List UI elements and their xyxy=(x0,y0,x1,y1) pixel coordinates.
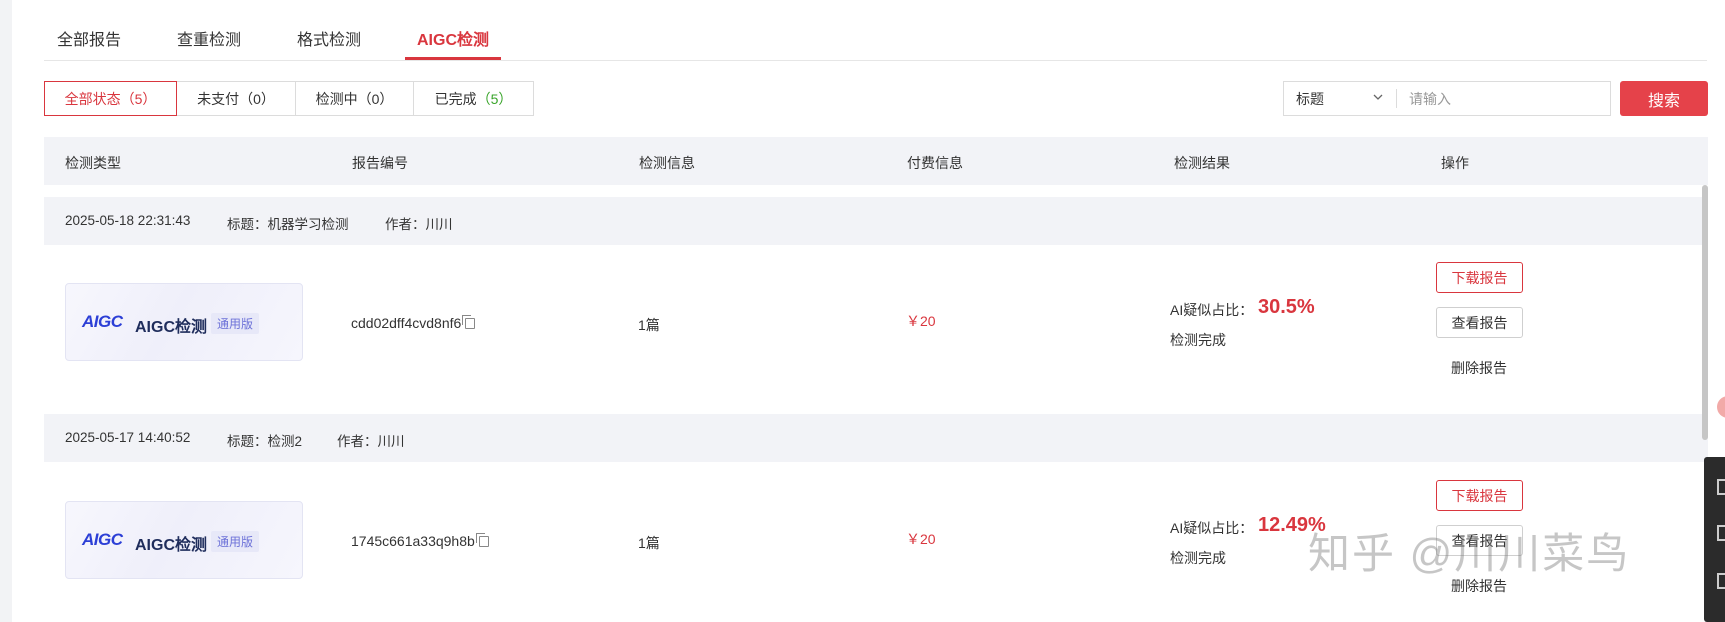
filter-all-status[interactable]: 全部状态 （5） xyxy=(44,81,177,116)
card-title: AIGC检测 xyxy=(135,537,208,554)
aigc-logo-icon: AIGC xyxy=(82,312,123,332)
search-field-select[interactable]: 标题 xyxy=(1284,82,1396,115)
price: ￥20 xyxy=(906,531,936,547)
header-actions: 操作 xyxy=(1441,155,1469,171)
delete-report-button[interactable]: 删除报告 xyxy=(1451,358,1507,378)
download-report-button[interactable]: 下载报告 xyxy=(1436,262,1523,293)
copy-icon[interactable] xyxy=(475,533,489,547)
table-header: 检测类型 报告编号 检测信息 付费信息 检测结果 操作 xyxy=(44,137,1708,185)
title-label: 标题： xyxy=(227,217,268,232)
filter-unpaid[interactable]: 未支付 （0） xyxy=(177,81,296,116)
filter-label: 全部状态 xyxy=(64,90,121,107)
chevron-down-icon xyxy=(1373,94,1383,100)
scrollbar-thumb[interactable] xyxy=(1702,185,1708,440)
edition-badge: 通用版 xyxy=(211,531,260,552)
author-label: 作者： xyxy=(385,217,426,232)
title-label: 标题： xyxy=(227,434,268,449)
watermark: 知乎 @川川菜鸟 xyxy=(1308,530,1631,577)
record-author: 作者：川川 xyxy=(385,213,453,233)
check-info: 1篇 xyxy=(638,317,660,333)
toolbar-icon[interactable] xyxy=(1717,479,1725,495)
check-status: 检测完成 xyxy=(1170,332,1226,348)
tab-all-reports[interactable]: 全部报告 xyxy=(57,26,121,50)
tab-plagiarism-check[interactable]: 查重检测 xyxy=(177,26,241,50)
copy-icon[interactable] xyxy=(462,315,476,329)
toolbar-icon[interactable] xyxy=(1717,573,1725,589)
record-author: 作者：川川 xyxy=(337,430,405,450)
download-report-button[interactable]: 下载报告 xyxy=(1436,480,1523,511)
check-info: 1篇 xyxy=(638,535,660,551)
report-number: cdd02dff4cvd8nf6 xyxy=(351,315,476,331)
header-check-type: 检测类型 xyxy=(65,155,121,171)
search-button[interactable]: 搜索 xyxy=(1620,81,1708,116)
record-datetime: 2025-05-18 22:31:43 xyxy=(65,213,191,228)
header-check-info: 检测信息 xyxy=(639,155,695,171)
author-value: 川川 xyxy=(377,434,405,449)
floating-help-icon[interactable] xyxy=(1717,396,1725,418)
logo-mark: AIGC xyxy=(82,312,123,331)
report-tabs: 全部报告 查重检测 格式检测 AIGC检测 xyxy=(44,0,1707,61)
status-filter-group: 全部状态 （5） 未支付 （0） 检测中 （0） 已完成 （5） xyxy=(44,81,534,116)
filter-count: （0） xyxy=(357,90,394,107)
filter-checking[interactable]: 检测中 （0） xyxy=(296,81,414,116)
report-number-value: 1745c661a33q9h8b xyxy=(351,533,475,549)
search-field-value: 标题 xyxy=(1296,90,1324,107)
view-report-button[interactable]: 查看报告 xyxy=(1436,307,1523,338)
record-title: 标题：检测2 xyxy=(227,430,302,450)
ai-ratio-label: AI疑似占比： xyxy=(1170,520,1254,536)
title-value: 检测2 xyxy=(267,434,303,449)
record-title: 标题：机器学习检测 xyxy=(227,213,349,233)
header-payment-info: 付费信息 xyxy=(907,155,963,171)
author-label: 作者： xyxy=(337,434,378,449)
toolbar-icon[interactable] xyxy=(1717,525,1725,541)
active-tab-indicator xyxy=(405,57,501,60)
ai-ratio-value: 30.5% xyxy=(1258,296,1315,318)
header-report-number: 报告编号 xyxy=(352,155,408,171)
record-header: 2025-05-18 22:31:43 标题：机器学习检测 作者：川川 xyxy=(44,197,1708,245)
record-header: 2025-05-17 14:40:52 标题：检测2 作者：川川 xyxy=(44,414,1708,462)
filter-count: （5） xyxy=(476,90,513,107)
edition-badge: 通用版 xyxy=(211,313,260,334)
filter-count: （5） xyxy=(120,90,157,107)
report-number: 1745c661a33q9h8b xyxy=(351,533,489,549)
price: ￥20 xyxy=(906,313,936,329)
card-title: AIGC检测 xyxy=(135,319,208,336)
tab-aigc-check[interactable]: AIGC检测 xyxy=(417,26,489,50)
side-toolbar xyxy=(1704,457,1725,622)
tab-format-check[interactable]: 格式检测 xyxy=(297,26,361,50)
logo-mark: AIGC xyxy=(82,530,123,549)
check-status: 检测完成 xyxy=(1170,550,1226,566)
left-gutter xyxy=(0,0,12,622)
record-datetime: 2025-05-17 14:40:52 xyxy=(65,430,191,445)
filter-count: （0） xyxy=(239,90,275,107)
filter-label: 已完成 xyxy=(434,90,477,107)
header-check-result: 检测结果 xyxy=(1174,155,1230,171)
aigc-logo-icon: AIGC xyxy=(82,530,123,550)
filter-completed[interactable]: 已完成 （5） xyxy=(414,81,534,116)
search-input[interactable] xyxy=(1397,81,1610,116)
report-number-value: cdd02dff4cvd8nf6 xyxy=(351,315,462,331)
author-value: 川川 xyxy=(425,217,453,232)
filter-label: 未支付 xyxy=(197,90,240,107)
aigc-product-card: AIGC AIGC检测 通用版 xyxy=(65,501,303,579)
title-value: 机器学习检测 xyxy=(267,217,349,232)
ai-ratio-label: AI疑似占比： xyxy=(1170,302,1254,318)
filter-label: 检测中 xyxy=(315,90,358,107)
search-box: 标题 xyxy=(1283,81,1611,116)
aigc-product-card: AIGC AIGC检测 通用版 xyxy=(65,283,303,361)
